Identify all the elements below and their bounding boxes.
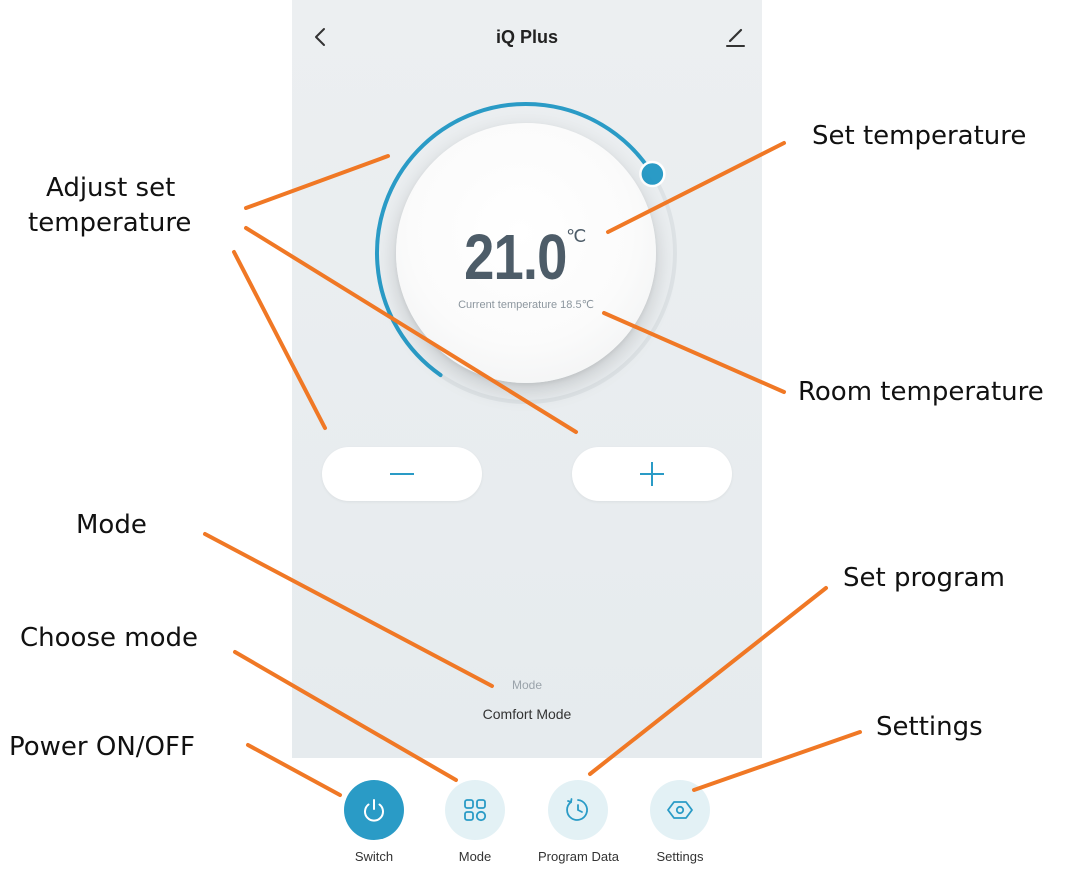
power-icon — [364, 799, 384, 822]
tab-program-data[interactable]: Program Data — [538, 780, 619, 864]
tab-switch[interactable]: Switch — [334, 780, 414, 864]
grid-icon — [464, 799, 487, 822]
annotation-settings: Settings — [876, 712, 983, 742]
dial-handle[interactable] — [639, 160, 666, 188]
program-circle — [548, 780, 608, 840]
annotation-choose-mode: Choose mode — [20, 623, 198, 653]
tab-program-data-label: Program Data — [538, 849, 619, 864]
annotation-room-temperature: Room temperature — [798, 377, 1044, 407]
tab-mode-label: Mode — [458, 849, 492, 864]
minus-icon — [390, 473, 414, 475]
tab-settings[interactable]: Settings — [640, 780, 720, 864]
decrease-temp-button[interactable] — [322, 447, 482, 501]
annotation-power: Power ON/OFF — [9, 732, 195, 762]
tab-settings-label: Settings — [656, 849, 704, 864]
tab-switch-label: Switch — [354, 849, 394, 864]
increase-temp-button[interactable] — [572, 447, 732, 501]
current-temperature: Current temperature 18.5℃ — [421, 298, 631, 311]
mode-label: Mode — [511, 678, 543, 692]
current-temperature-label: Current temperature 18.5℃ — [458, 299, 594, 311]
mode-value: Comfort Mode — [482, 706, 572, 722]
switch-circle — [344, 780, 404, 840]
annotation-set-program: Set program — [843, 563, 1005, 593]
annotation-adjust-line1: Adjust set — [46, 173, 176, 203]
annotation-set-temperature: Set temperature — [812, 121, 1027, 151]
mode-circle — [445, 780, 505, 840]
set-temperature: 21.0℃ — [431, 220, 601, 294]
settings-circle — [650, 780, 710, 840]
annotation-mode: Mode — [76, 510, 147, 540]
hexagon-icon — [667, 801, 693, 819]
annotation-adjust-line2: temperature — [28, 208, 192, 238]
set-temperature-value: 21.0 — [463, 221, 567, 293]
plus-icon — [640, 462, 664, 486]
set-temperature-unit: ℃ — [566, 226, 587, 246]
tab-mode[interactable]: Mode — [435, 780, 515, 864]
clock-icon — [566, 798, 588, 821]
